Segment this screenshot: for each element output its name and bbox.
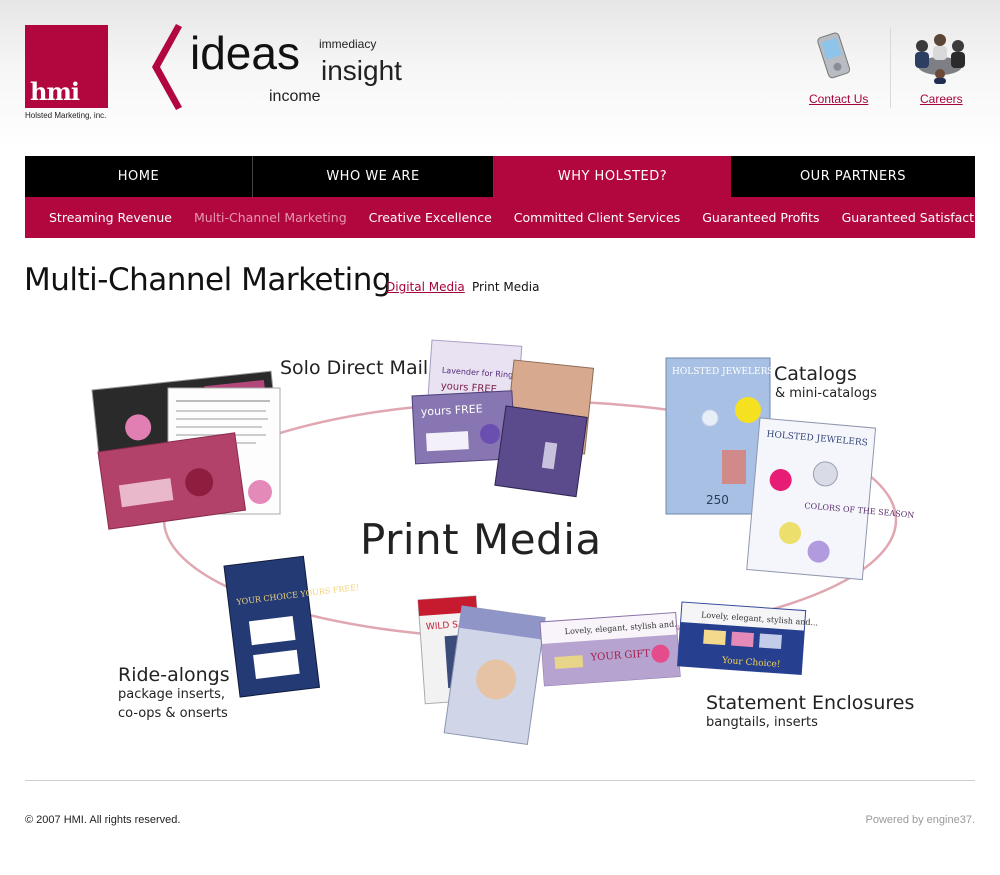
label-statement-enclosures: Statement Enclosures — [706, 692, 915, 714]
tagline-insight: insight — [321, 55, 402, 86]
svg-text:Your Choice!: Your Choice! — [721, 656, 781, 670]
purple-brochure-sample — [494, 405, 588, 498]
page-title: Multi-Channel Marketing — [24, 262, 392, 298]
pda-phone-icon[interactable] — [814, 30, 856, 82]
purple-mailer-sample: yours FREE — [411, 390, 516, 465]
powered-by-link[interactable]: Powered by engine37. — [866, 814, 975, 826]
wild-safari-insert: WILD SAFARI — [417, 595, 484, 705]
nav-home[interactable]: HOME — [25, 156, 253, 197]
solo-mail-sample — [91, 370, 280, 469]
label-ride-alongs-sub2: co-ops & onserts — [118, 706, 228, 721]
svg-text:YOUR GIFT: YOUR GIFT — [589, 648, 650, 663]
nav-who-we-are[interactable]: WHO WE ARE — [253, 156, 494, 197]
tagline-immediacy: immediacy — [319, 37, 377, 51]
subnav-multi-channel-marketing[interactable]: Multi-Channel Marketing — [194, 210, 347, 225]
logo-text: hmi — [30, 77, 80, 106]
center-title-print-media: Print Media — [360, 515, 602, 564]
hmi-logo[interactable]: hmi — [25, 25, 108, 108]
svg-text:COLORS OF THE SEASON: COLORS OF THE SEASON — [804, 501, 914, 520]
svg-text:250: 250 — [706, 493, 729, 507]
subnav-guaranteed-profits[interactable]: Guaranteed Profits — [702, 210, 819, 225]
bracelet-insert — [443, 605, 546, 746]
your-gift-bangtail: Lovely, elegant, stylish and... YOUR GIF… — [539, 611, 682, 687]
letter-sample — [167, 387, 281, 515]
svg-text:WILD SAFARI: WILD SAFARI — [426, 618, 484, 632]
svg-text:HOLSTED JEWELERS: HOLSTED JEWELERS — [766, 430, 868, 449]
contact-us-link[interactable]: Contact Us — [809, 92, 868, 106]
header-divider — [890, 28, 891, 108]
catalog-cover-2: HOLSTED JEWELERS COLORS OF THE SEASON — [746, 417, 915, 581]
ride-along-brochure: YOUR CHOICE YOURS FREE! — [223, 555, 360, 698]
label-solo-direct-mail: Solo Direct Mail — [280, 357, 429, 379]
main-nav: HOME WHO WE ARE WHY HOLSTED? OUR PARTNER… — [25, 156, 975, 197]
chevron-left-icon — [152, 24, 182, 110]
nav-why-holsted[interactable]: WHY HOLSTED? — [494, 156, 731, 197]
label-catalogs-sub: & mini-catalogs — [775, 386, 877, 401]
footer-divider — [25, 780, 975, 781]
subnav-streaming-revenue[interactable]: Streaming Revenue — [49, 210, 172, 225]
company-name: Holsted Marketing, inc. — [25, 111, 107, 120]
tagline-ideas: ideas — [190, 27, 300, 79]
svg-text:Lavender for Rings: Lavender for Rings — [442, 366, 518, 380]
lavender-mailer-sample: Lavender for Rings yours FREE — [425, 339, 523, 427]
label-ride-alongs-sub1: package inserts, — [118, 687, 225, 702]
subnav-committed-client-services[interactable]: Committed Client Services — [514, 210, 680, 225]
svg-text:yours FREE: yours FREE — [440, 381, 497, 396]
pink-envelope-sample — [97, 432, 247, 530]
lips-photo-sample — [504, 359, 595, 455]
label-catalogs: Catalogs — [774, 363, 857, 385]
business-meeting-icon[interactable] — [908, 30, 972, 84]
svg-text:YOUR CHOICE YOURS FREE!: YOUR CHOICE YOURS FREE! — [235, 583, 360, 607]
subnav-creative-excellence[interactable]: Creative Excellence — [369, 210, 492, 225]
svg-text:Lovely, elegant, stylish and..: Lovely, elegant, stylish and... — [701, 610, 819, 627]
catalog-cover-1: HOLSTED JEWELERS 250 — [665, 357, 774, 515]
copyright-text: © 2007 HMI. All rights reserved. — [25, 814, 181, 826]
label-ride-alongs: Ride-alongs — [118, 664, 230, 686]
tab-digital-media[interactable]: Digital Media — [386, 280, 465, 294]
careers-link[interactable]: Careers — [920, 92, 963, 106]
svg-text:HOLSTED JEWELERS: HOLSTED JEWELERS — [672, 367, 774, 377]
nav-our-partners[interactable]: OUR PARTNERS — [731, 156, 975, 197]
svg-text:yours FREE: yours FREE — [421, 402, 483, 418]
tab-print-media: Print Media — [472, 280, 540, 294]
sub-nav: Streaming Revenue Multi-Channel Marketin… — [25, 197, 993, 238]
tagline-income: income — [269, 88, 321, 105]
subnav-guaranteed-satisfaction[interactable]: Guaranteed Satisfaction — [842, 210, 994, 225]
label-statement-sub: bangtails, inserts — [706, 715, 818, 730]
your-choice-bangtail: Lovely, elegant, stylish and... Your Cho… — [677, 601, 819, 676]
svg-text:Lovely, elegant, stylish and..: Lovely, elegant, stylish and... — [564, 619, 682, 636]
